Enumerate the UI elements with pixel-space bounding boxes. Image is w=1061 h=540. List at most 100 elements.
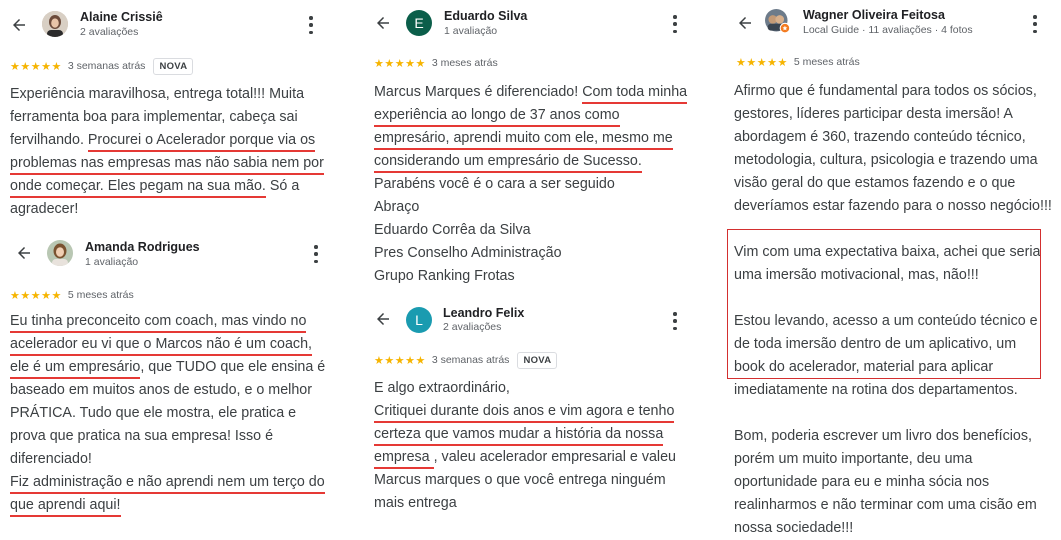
review-line: Abraço	[374, 199, 420, 215]
review-line: Eu tinha preconceito com coach, mas vind…	[10, 310, 325, 333]
reviewer-review-count: Local Guide · 11 avaliações · 4 fotos	[803, 24, 973, 36]
highlighted-text: ele é um empresário	[10, 359, 141, 379]
star-rating: ★★★★★	[10, 60, 62, 73]
star-rating: ★★★★★	[374, 354, 426, 367]
more-options-icon[interactable]	[672, 15, 678, 33]
review-line: acelerador eu vi que o Marcos não é um c…	[10, 333, 325, 356]
review-line: considerando um empresário de Sucesso.	[374, 150, 687, 173]
highlighted-text: Eu tinha preconceito com coach, mas vind…	[10, 313, 307, 333]
review-amanda: Amanda Rodrigues 1 avaliação ★★★★★ 5 mes…	[10, 238, 335, 517]
more-options-icon[interactable]	[313, 245, 319, 263]
avatar[interactable]	[47, 240, 73, 266]
reviewer-review-count: 2 avaliações	[443, 321, 502, 333]
review-line: abordagem é 360, trazendo conteúdo técni…	[734, 129, 1026, 145]
review-line: empresa , valeu acelerador empresarial e…	[374, 446, 676, 469]
text-segment: , que TUDO que ele ensina é	[140, 359, 326, 375]
highlighted-text: experiência ao longo de 37 anos como	[374, 107, 620, 127]
review-text: Eu tinha preconceito com coach, mas vind…	[10, 310, 325, 517]
avatar[interactable]	[42, 11, 68, 37]
review-line: ele é um empresário, que TUDO que ele en…	[10, 356, 325, 379]
review-meta: ★★★★★ 5 meses atrás	[736, 53, 860, 71]
reviewer-name[interactable]: Leandro Felix	[443, 306, 524, 320]
review-text: E algo extraordinário, Critiquei durante…	[374, 377, 676, 515]
review-line: fervilhando. Procurei o Acelerador porqu…	[10, 129, 324, 152]
review-line: Parabéns você é o cara a ser seguido	[374, 176, 615, 192]
text-segment: fervilhando.	[10, 132, 88, 148]
avatar[interactable]: E	[406, 10, 432, 36]
back-arrow-icon[interactable]	[10, 16, 30, 36]
new-badge: NOVA	[153, 57, 194, 75]
text-segment: Marcus Marques é diferenciado!	[374, 84, 583, 100]
review-line: agradecer!	[10, 201, 79, 217]
highlighted-text: onde começar. Eles pegam na sua mão.	[10, 178, 266, 198]
review-line: baseado em muitos anos de estudo, e o me…	[10, 382, 313, 398]
review-line: Fiz administração e não aprendi nem um t…	[10, 471, 325, 494]
highlighted-text: problemas nas empresas mas não sabia nem…	[10, 155, 324, 175]
highlighted-text: Fiz administração e não aprendi nem um t…	[10, 474, 325, 494]
highlighted-text: que aprendi aqui!	[10, 497, 121, 517]
review-line: onde começar. Eles pegam na sua mão. Só …	[10, 175, 324, 198]
review-alaine: Alaine Crissiê 2 avaliações ★★★★★ 3 sema…	[10, 8, 330, 223]
review-line: Grupo Ranking Frotas	[374, 268, 515, 284]
avatar[interactable]: L	[406, 307, 432, 333]
reviewer-name[interactable]: Alaine Crissiê	[80, 10, 163, 24]
more-options-icon[interactable]	[672, 312, 678, 330]
highlighted-text: acelerador eu vi que o Marcos não é um c…	[10, 336, 312, 356]
review-line: empresário, aprendi muito com ele, mesmo…	[374, 127, 687, 150]
review-line: visão geral do que estamos fazendo e o q…	[734, 175, 1016, 191]
review-eduardo: E Eduardo Silva 1 avaliação ★★★★★ 3 mese…	[374, 8, 694, 284]
review-line: diferenciado!	[10, 451, 92, 467]
back-arrow-icon[interactable]	[15, 244, 35, 264]
text-segment: Só a	[265, 178, 300, 194]
reviewer-review-count: 1 avaliação	[444, 25, 498, 37]
more-options-icon[interactable]	[308, 16, 314, 34]
review-line: gestores, líderes participar desta imers…	[734, 106, 1013, 122]
review-line: mais entrega	[374, 495, 457, 511]
reviewer-name[interactable]: Amanda Rodrigues	[85, 240, 200, 254]
review-line: deveríamos estar fazendo para o nosso ne…	[734, 198, 1052, 214]
reviewer-name[interactable]: Eduardo Silva	[444, 9, 527, 23]
back-arrow-icon[interactable]	[374, 310, 394, 330]
review-date: 3 semanas atrás	[67, 60, 146, 72]
highlighted-text: Critiquei durante dois anos e vim agora …	[374, 403, 675, 423]
review-line: realinharmos e não terminar com uma cisã…	[734, 497, 1037, 513]
review-line: prova que pratica na sua empresa! Isso é	[10, 428, 274, 444]
review-line: Critiquei durante dois anos e vim agora …	[374, 400, 676, 423]
review-line: Afirmo que é fundamental para todos os s…	[734, 83, 1037, 99]
highlighted-text: empresário, aprendi muito com ele, mesmo…	[374, 130, 673, 150]
star-rating: ★★★★★	[10, 289, 62, 302]
review-line: que aprendi aqui!	[10, 494, 325, 517]
star-rating: ★★★★★	[736, 56, 788, 69]
back-arrow-icon[interactable]	[736, 14, 756, 34]
back-arrow-icon[interactable]	[374, 14, 394, 34]
review-meta: ★★★★★ 3 meses atrás	[374, 54, 498, 72]
text-segment: , valeu acelerador empresarial e valeu	[433, 449, 676, 465]
review-line: certeza que vamos mudar a história da no…	[374, 423, 676, 446]
review-meta: ★★★★★ 3 semanas atrás NOVA	[374, 351, 558, 369]
review-line: nossa sociedade!!!	[734, 520, 854, 536]
review-line: imediatamente na rotina dos departamento…	[734, 382, 1018, 398]
avatar[interactable]	[765, 9, 791, 35]
highlighted-text: Procurei o Acelerador porque via os	[87, 132, 316, 152]
highlighted-text: empresa	[374, 449, 434, 469]
new-badge: NOVA	[517, 351, 558, 369]
highlighted-text: Com toda minha	[582, 84, 688, 104]
review-date: 5 meses atrás	[793, 56, 860, 68]
review-line: Bom, poderia escrever um livro dos benef…	[734, 428, 1032, 444]
reviewer-name[interactable]: Wagner Oliveira Feitosa	[803, 8, 945, 22]
review-line: Eduardo Corrêa da Silva	[374, 222, 531, 238]
review-line: E algo extraordinário,	[374, 380, 510, 396]
review-line: porém um muito importante, deu uma	[734, 451, 973, 467]
review-date: 5 meses atrás	[67, 289, 134, 301]
review-line: Pres Conselho Administração	[374, 245, 562, 261]
highlight-box	[727, 229, 1041, 379]
review-line: oportunidade para eu e minha sócia nos	[734, 474, 990, 490]
more-options-icon[interactable]	[1032, 15, 1038, 33]
review-line: metodologia, cultura, psicologia e traze…	[734, 152, 1038, 168]
reviewer-review-count: 2 avaliações	[80, 26, 139, 38]
review-meta: ★★★★★ 5 meses atrás	[10, 286, 134, 304]
review-text: Marcus Marques é diferenciado! Com toda …	[374, 81, 688, 288]
star-rating: ★★★★★	[374, 57, 426, 70]
review-line: Marcus Marques é diferenciado! Com toda …	[374, 81, 688, 104]
